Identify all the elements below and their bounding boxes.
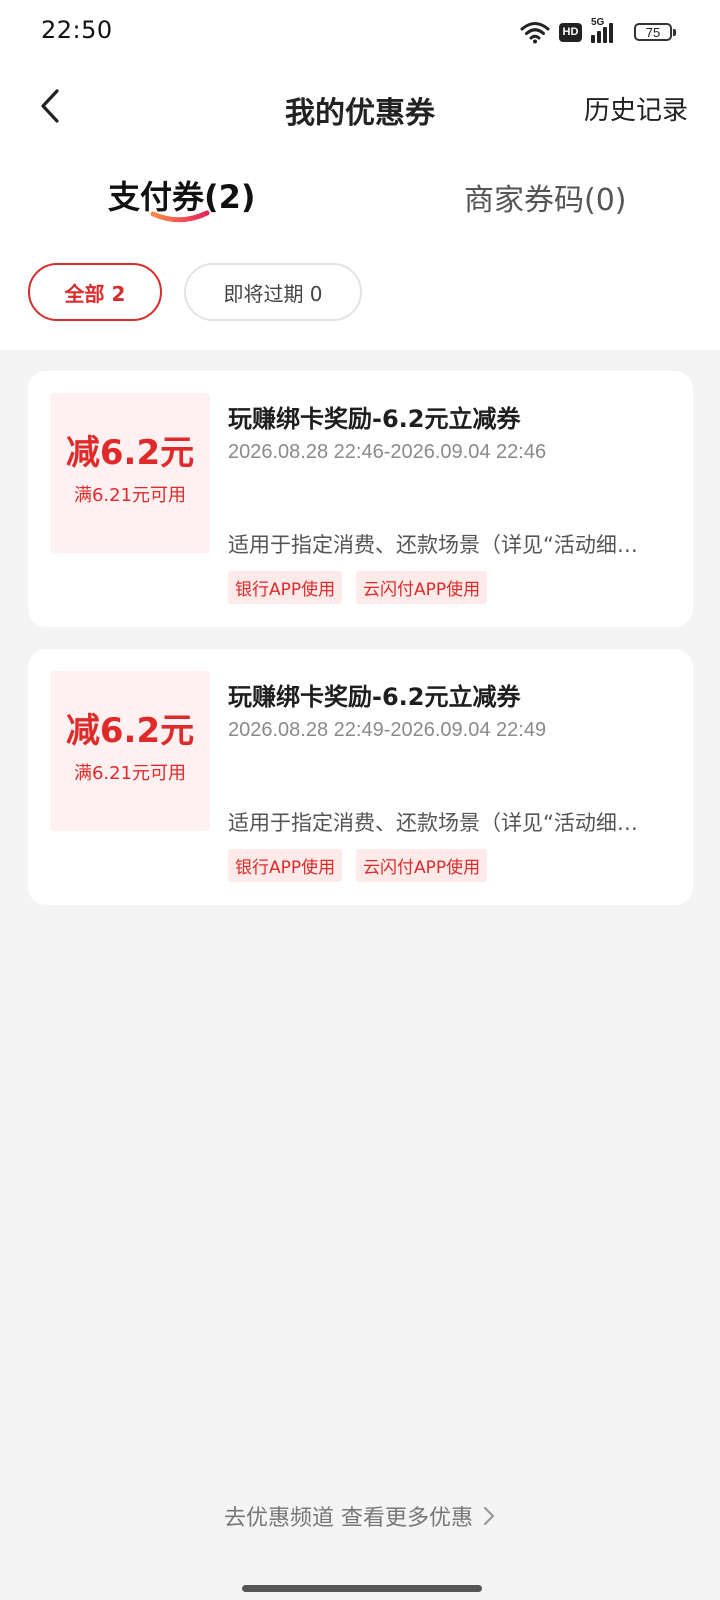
more-offers-link[interactable]: 去优惠频道 查看更多优惠: [0, 1500, 720, 1532]
coupon-card[interactable]: 减6.2元 满6.21元可用 玩赚绑卡奖励-6.2元立减券 2026.08.28…: [28, 649, 693, 905]
coupon-amount: 减6.2元: [65, 433, 195, 473]
coupon-tag-bank-app: 银行APP使用: [228, 849, 343, 882]
coupon-title: 玩赚绑卡奖励-6.2元立减券: [228, 405, 521, 433]
cellular-signal-icon: 5G: [591, 17, 625, 45]
coupon-condition: 满6.21元可用: [73, 485, 187, 506]
coupon-tag-unionpay-app: 云闪付APP使用: [356, 849, 488, 882]
active-tab-indicator: [150, 210, 210, 223]
coupon-amount-box: 减6.2元 满6.21元可用: [50, 393, 210, 553]
coupon-validity-period: 2026.08.28 22:46-2026.09.04 22:46: [228, 441, 547, 463]
tab-merchant-codes[interactable]: 商家券码(0): [464, 175, 627, 219]
coupon-tag-unionpay-app: 云闪付APP使用: [356, 571, 488, 604]
coupon-amount: 减6.2元: [65, 711, 195, 751]
coupon-amount-box: 减6.2元 满6.21元可用: [50, 671, 210, 831]
status-icons: HD 5G 75: [520, 17, 676, 45]
coupon-title: 玩赚绑卡奖励-6.2元立减券: [228, 683, 521, 711]
coupon-card[interactable]: 减6.2元 满6.21元可用 玩赚绑卡奖励-6.2元立减券 2026.08.28…: [28, 371, 693, 627]
more-offers-label: 去优惠频道 查看更多优惠: [224, 1506, 473, 1531]
hd-badge: HD: [559, 22, 582, 42]
filter-expiring-chip[interactable]: 即将过期 0: [184, 263, 362, 321]
battery-level: 75: [645, 24, 661, 40]
filter-all-chip[interactable]: 全部 2: [28, 263, 162, 321]
coupon-validity-period: 2026.08.28 22:49-2026.09.04 22:49: [228, 719, 547, 741]
battery-icon: 75: [634, 23, 676, 41]
chevron-right-icon: [483, 1506, 495, 1526]
status-time: 22:50: [41, 16, 113, 44]
coupon-description: 适用于指定消费、还款场景（详见“活动细则”）: [228, 811, 648, 835]
coupon-tag-bank-app: 银行APP使用: [228, 571, 343, 604]
home-indicator[interactable]: [242, 1585, 482, 1592]
coupon-description: 适用于指定消费、还款场景（详见“活动细则”）: [228, 533, 648, 557]
wifi-icon: [520, 22, 550, 44]
coupon-condition: 满6.21元可用: [73, 763, 187, 784]
history-button[interactable]: 历史记录: [584, 90, 688, 127]
top-panel: 22:50 HD 5G 75 我的优惠券 历史记录 支付券(2) 商家券码(0)…: [0, 0, 720, 350]
